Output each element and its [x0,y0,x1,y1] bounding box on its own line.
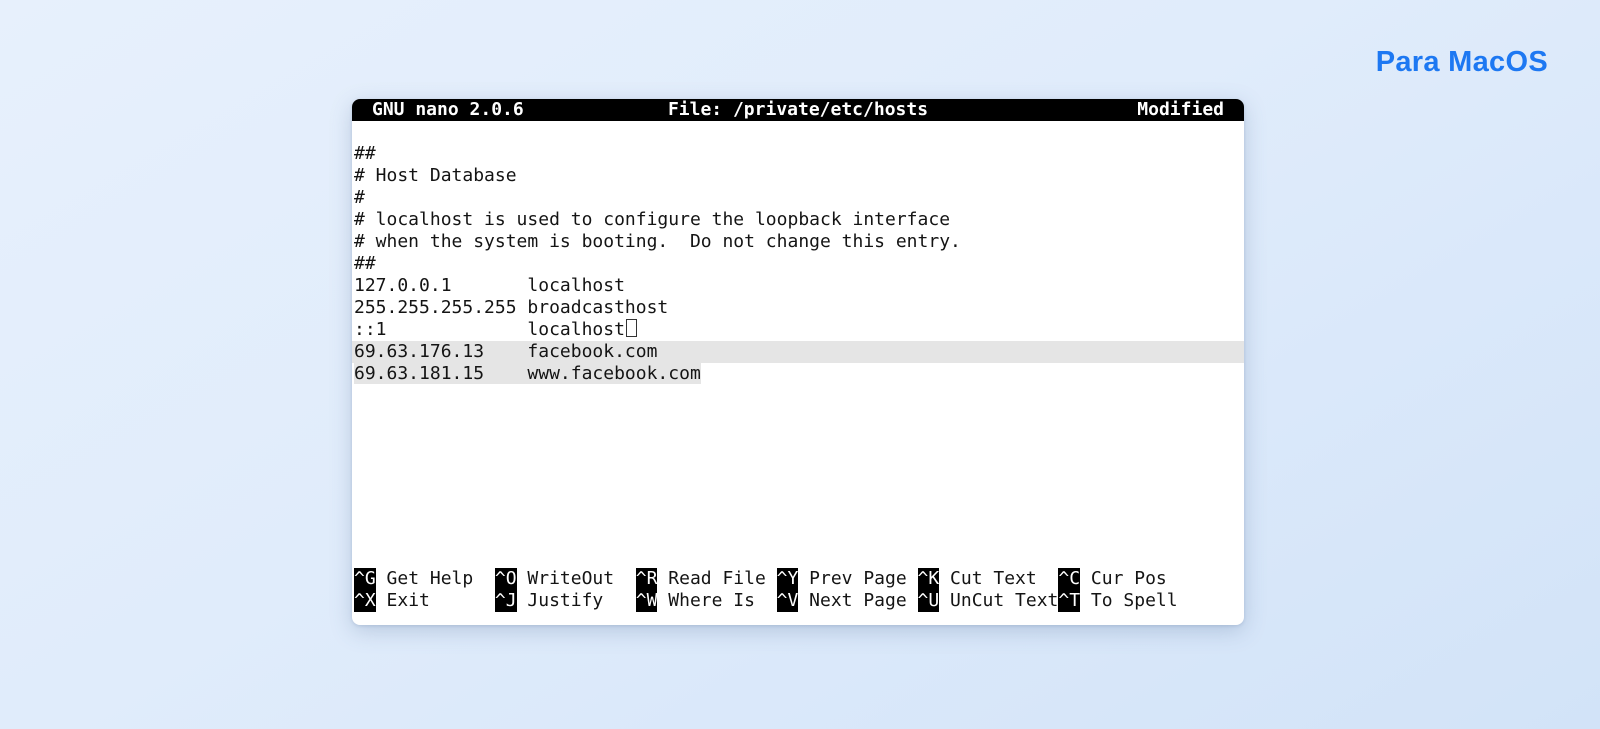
shortcut-ctrl-c: ^C Cur Pos [1058,568,1166,590]
shortcut-key-badge: ^Y [777,568,799,590]
terminal-window: GNU nano 2.0.6 File: /private/etc/hosts … [352,99,1244,625]
text-cursor [626,319,637,337]
shortcut-row: ^G Get Help^O WriteOut^R Read File^Y Pre… [352,568,1244,590]
shortcut-ctrl-t: ^T To Spell [1058,590,1177,612]
shortcut-label: Cut Text [939,568,1037,589]
shortcut-label: Cur Pos [1080,568,1167,589]
editor-line: # [352,187,1244,209]
modified-status: Modified [928,99,1224,121]
shortcut-key-badge: ^T [1058,590,1080,612]
shortcut-label: Where Is [657,590,755,611]
shortcut-key-badge: ^R [636,568,658,590]
shortcut-key-badge: ^C [1058,568,1080,590]
shortcut-bar: ^G Get Help^O WriteOut^R Read File^Y Pre… [352,568,1244,612]
editor-line: # localhost is used to configure the loo… [352,209,1244,231]
shortcut-key-badge: ^V [777,590,799,612]
shortcut-label: Justify [517,590,604,611]
shortcut-ctrl-v: ^V Next Page [777,590,918,612]
shortcut-ctrl-k: ^K Cut Text [918,568,1059,590]
shortcut-row: ^X Exit^J Justify^W Where Is^V Next Page… [352,590,1244,612]
editor-line: ::1 localhost [352,319,1244,341]
shortcut-ctrl-g: ^G Get Help [354,568,495,590]
shortcut-label: Prev Page [798,568,906,589]
editor-line: 127.0.0.1 localhost [352,275,1244,297]
shortcut-label: WriteOut [517,568,615,589]
shortcut-key-badge: ^O [495,568,517,590]
editor-line-selected: 69.63.181.15 www.facebook.com [352,363,1244,385]
editor-line: ## [352,253,1244,275]
shortcut-ctrl-r: ^R Read File [636,568,777,590]
shortcut-key-badge: ^G [354,568,376,590]
editor-line-selected: 69.63.176.13 facebook.com [352,341,1244,363]
shortcut-label: Exit [376,590,430,611]
selected-text: 69.63.181.15 www.facebook.com [354,363,701,384]
editor-line: # Host Database [352,165,1244,187]
shortcut-key-badge: ^W [636,590,658,612]
editor-line [352,121,1244,143]
platform-label: Para MacOS [1376,46,1548,79]
file-path-label: File: /private/etc/hosts [668,99,928,121]
editor-line: ## [352,143,1244,165]
shortcut-label: To Spell [1080,590,1178,611]
shortcut-key-badge: ^K [918,568,940,590]
editor-content-area[interactable]: ### Host Database## localhost is used to… [352,121,1244,385]
shortcut-label: Next Page [798,590,906,611]
shortcut-label: Get Help [376,568,474,589]
shortcut-ctrl-u: ^U UnCut Text [918,590,1059,612]
shortcut-key-badge: ^X [354,590,376,612]
shortcut-label: Read File [657,568,765,589]
nano-version-label: GNU nano 2.0.6 [372,99,668,121]
editor-line: 255.255.255.255 broadcasthost [352,297,1244,319]
shortcut-ctrl-x: ^X Exit [354,590,495,612]
shortcut-ctrl-w: ^W Where Is [636,590,777,612]
shortcut-label: UnCut Text [939,590,1058,611]
nano-title-bar: GNU nano 2.0.6 File: /private/etc/hosts … [352,99,1244,121]
shortcut-ctrl-o: ^O WriteOut [495,568,636,590]
shortcut-key-badge: ^J [495,590,517,612]
shortcut-ctrl-y: ^Y Prev Page [777,568,918,590]
shortcut-key-badge: ^U [918,590,940,612]
shortcut-ctrl-j: ^J Justify [495,590,636,612]
editor-line: # when the system is booting. Do not cha… [352,231,1244,253]
